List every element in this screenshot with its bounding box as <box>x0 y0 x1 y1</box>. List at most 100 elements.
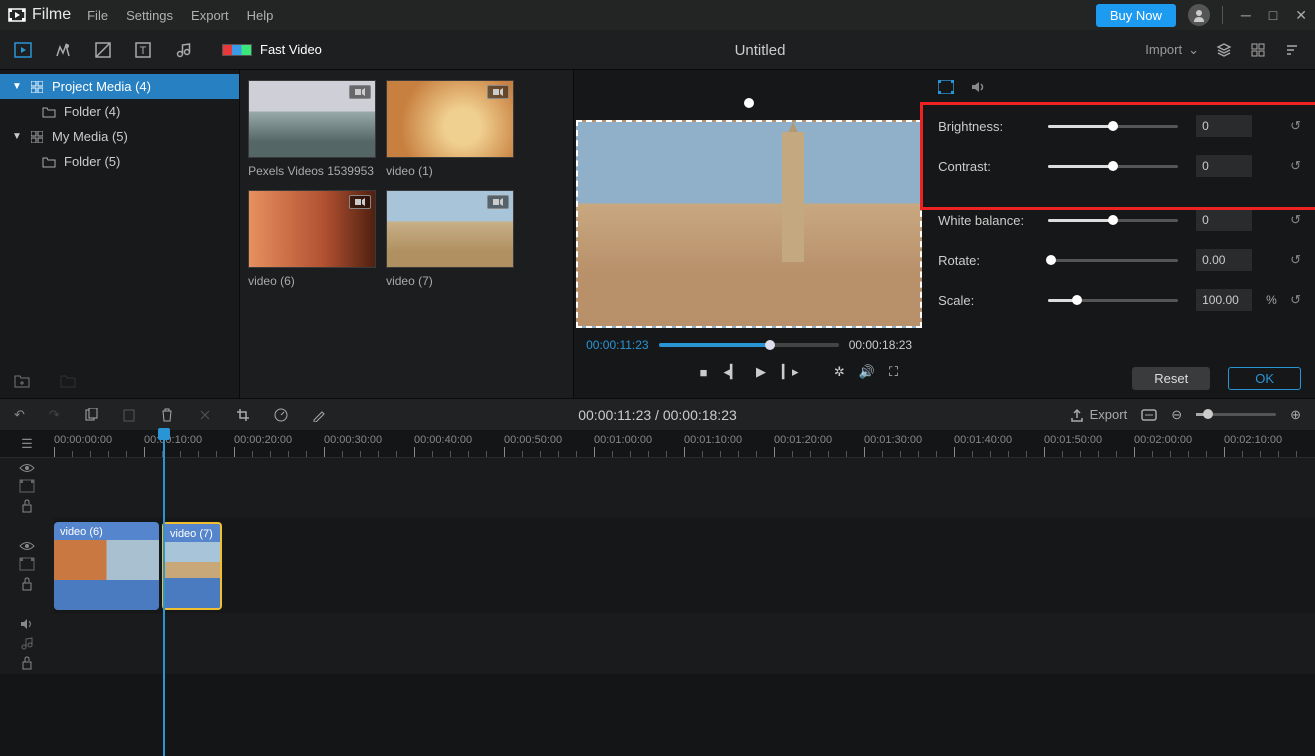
audio-tab-icon[interactable] <box>174 41 192 59</box>
timeline-clip[interactable]: video (6) <box>54 522 159 610</box>
timeline-clip-selected[interactable]: video (7) <box>162 522 222 610</box>
minimize-icon[interactable]: ─ <box>1241 7 1251 24</box>
close-icon[interactable]: ✕ <box>1295 7 1307 24</box>
prop-white-balance: White balance: ↺ <box>938 200 1301 240</box>
video-badge-icon <box>487 195 509 209</box>
rotate-input[interactable] <box>1196 249 1252 271</box>
menu-help[interactable]: Help <box>247 8 274 23</box>
visibility-icon[interactable] <box>19 463 35 473</box>
sidebar-item-project-media[interactable]: ▼ Project Media (4) <box>0 74 239 99</box>
volume-icon[interactable]: 🔊 <box>859 364 875 380</box>
timeline-time: 00:00:11:23 / 00:00:18:23 <box>578 407 737 423</box>
prop-contrast: Contrast: ↺ <box>938 146 1301 186</box>
text-tab-icon[interactable]: T <box>134 41 152 59</box>
sidebar-label: Project Media (4) <box>52 79 151 94</box>
lock-icon[interactable] <box>21 499 33 513</box>
delete-folder-icon[interactable] <box>60 374 76 388</box>
media-item[interactable]: video (6) <box>248 190 376 288</box>
video-props-tab-icon[interactable] <box>938 80 954 94</box>
volume-icon[interactable] <box>20 618 34 630</box>
sort-icon[interactable] <box>1283 41 1301 59</box>
layers-icon[interactable] <box>1215 41 1233 59</box>
scale-slider[interactable] <box>1048 299 1178 302</box>
menu-file[interactable]: File <box>87 8 108 23</box>
contrast-slider[interactable] <box>1048 165 1178 168</box>
media-item[interactable]: Pexels Videos 1539953 <box>248 80 376 178</box>
media-item[interactable]: video (1) <box>386 80 514 178</box>
preview-frame[interactable] <box>576 120 922 328</box>
sidebar-label: Folder (4) <box>64 104 120 119</box>
split-icon[interactable] <box>198 408 212 422</box>
timeline-ruler[interactable]: 00:00:00:0000:00:10:0000:00:20:0000:00:3… <box>54 430 1315 457</box>
transitions-tab-icon[interactable] <box>94 41 112 59</box>
fullscreen-icon[interactable]: ⛶ <box>889 364 898 380</box>
media-label: Pexels Videos 1539953 <box>248 164 376 178</box>
user-avatar-icon[interactable] <box>1188 4 1210 26</box>
preview-progress[interactable] <box>659 343 839 347</box>
import-button[interactable]: Import ⌄ <box>1145 42 1199 58</box>
white-balance-input[interactable] <box>1196 209 1252 231</box>
brightness-slider[interactable] <box>1048 125 1178 128</box>
redo-icon[interactable]: ↷ <box>49 407 60 423</box>
fast-video-button[interactable]: Fast Video <box>222 42 322 57</box>
reset-icon[interactable]: ↺ <box>1290 158 1301 174</box>
app-name: Filme <box>32 6 71 24</box>
sidebar-item-folder-1[interactable]: Folder (4) <box>0 99 239 124</box>
reset-icon[interactable]: ↺ <box>1290 292 1301 308</box>
reset-icon[interactable]: ↺ <box>1290 252 1301 268</box>
film-icon <box>19 557 35 571</box>
ok-button[interactable]: OK <box>1228 367 1301 390</box>
export-icon[interactable]: Export <box>1070 407 1128 422</box>
prop-brightness: Brightness: ↺ <box>938 106 1301 146</box>
brightness-input[interactable] <box>1196 115 1252 137</box>
delete-icon[interactable] <box>160 408 174 422</box>
lock-icon[interactable] <box>21 577 33 591</box>
fit-icon[interactable] <box>1141 409 1157 421</box>
zoom-in-icon[interactable]: ⊕ <box>1290 407 1301 423</box>
undo-icon[interactable]: ↶ <box>14 407 25 423</box>
prop-scale: Scale: % ↺ <box>938 280 1301 320</box>
copy-icon[interactable] <box>84 408 98 422</box>
rotate-slider[interactable] <box>1048 259 1178 262</box>
menu-export[interactable]: Export <box>191 8 229 23</box>
play-icon[interactable]: ▶ <box>756 364 766 380</box>
buy-now-button[interactable]: Buy Now <box>1096 4 1176 27</box>
sidebar-item-folder-2[interactable]: Folder (5) <box>0 149 239 174</box>
maximize-icon[interactable]: □ <box>1269 7 1277 24</box>
timeline-menu-icon[interactable]: ☰ <box>0 430 54 457</box>
grid-icon <box>30 130 44 144</box>
crop-icon[interactable] <box>236 408 250 422</box>
track-video-2: video (6) video (7) <box>0 518 1315 614</box>
speed-icon[interactable] <box>274 408 288 422</box>
visibility-icon[interactable] <box>19 541 35 551</box>
stop-icon[interactable]: ■ <box>700 365 708 380</box>
edit-icon[interactable] <box>312 408 326 422</box>
reset-icon[interactable]: ↺ <box>1290 118 1301 134</box>
effects-tab-icon[interactable] <box>54 41 72 59</box>
add-folder-icon[interactable] <box>14 374 30 388</box>
white-balance-slider[interactable] <box>1048 219 1178 222</box>
reset-button[interactable]: Reset <box>1132 367 1210 390</box>
folder-icon <box>42 155 56 169</box>
contrast-input[interactable] <box>1196 155 1252 177</box>
playhead[interactable] <box>163 430 165 756</box>
scale-input[interactable] <box>1196 289 1252 311</box>
media-item[interactable]: video (7) <box>386 190 514 288</box>
media-tab-icon[interactable] <box>14 41 32 59</box>
audio-props-tab-icon[interactable] <box>970 80 986 94</box>
video-badge-icon <box>349 195 371 209</box>
grid-view-icon[interactable] <box>1249 41 1267 59</box>
reset-icon[interactable]: ↺ <box>1290 212 1301 228</box>
prev-frame-icon[interactable]: ◂▎ <box>723 364 740 380</box>
settings-gear-icon[interactable]: ✲ <box>834 364 845 380</box>
menu-settings[interactable]: Settings <box>126 8 173 23</box>
paste-icon[interactable] <box>122 408 136 422</box>
zoom-slider[interactable] <box>1196 413 1276 416</box>
lock-icon[interactable] <box>21 656 33 670</box>
zoom-out-icon[interactable]: ⊖ <box>1171 407 1182 423</box>
next-frame-icon[interactable]: ▎▸ <box>782 364 799 380</box>
track-audio <box>0 614 1315 674</box>
preview-marker[interactable] <box>744 98 754 108</box>
sidebar-item-my-media[interactable]: ▼ My Media (5) <box>0 124 239 149</box>
main-menu: File Settings Export Help <box>87 8 273 23</box>
